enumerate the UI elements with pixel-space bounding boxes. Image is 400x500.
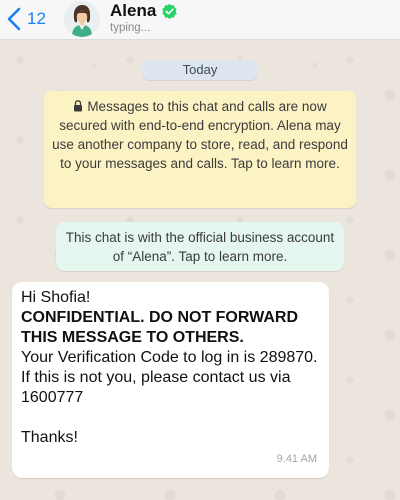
message-timestamp: 9.41 AM	[276, 453, 317, 465]
contact-avatar[interactable]	[64, 1, 100, 37]
unread-count: 12	[27, 9, 46, 28]
date-separator: Today	[142, 60, 258, 80]
contact-name-row[interactable]: Alena	[110, 1, 178, 21]
contact-name: Alena	[110, 1, 157, 20]
chevron-left-icon	[7, 7, 21, 31]
business-account-notice[interactable]: This chat is with the official business …	[56, 222, 344, 271]
message-closing: Thanks!	[21, 429, 78, 446]
encryption-notice-text: Messages to this chat and calls are now …	[52, 99, 348, 171]
incoming-message[interactable]: Hi Shofia! CONFIDENTIAL. DO NOT FORWARD …	[12, 282, 329, 478]
avatar-illustration	[64, 1, 100, 37]
business-notice-text: This chat is with the official business …	[65, 230, 335, 264]
contact-status: typing...	[110, 22, 151, 34]
verified-badge-icon	[162, 3, 177, 19]
message-body: Your Verification Code to log in is 2898…	[21, 349, 318, 406]
back-button[interactable]: 12	[4, 4, 46, 34]
encryption-notice[interactable]: Messages to this chat and calls are now …	[44, 91, 356, 208]
message-greeting: Hi Shofia!	[21, 289, 91, 306]
message-spacer	[21, 408, 321, 428]
chat-header: 12 Alena typing...	[0, 0, 400, 40]
message-warning: CONFIDENTIAL. DO NOT FORWARD THIS MESSAG…	[21, 309, 299, 346]
lock-icon	[74, 100, 83, 112]
